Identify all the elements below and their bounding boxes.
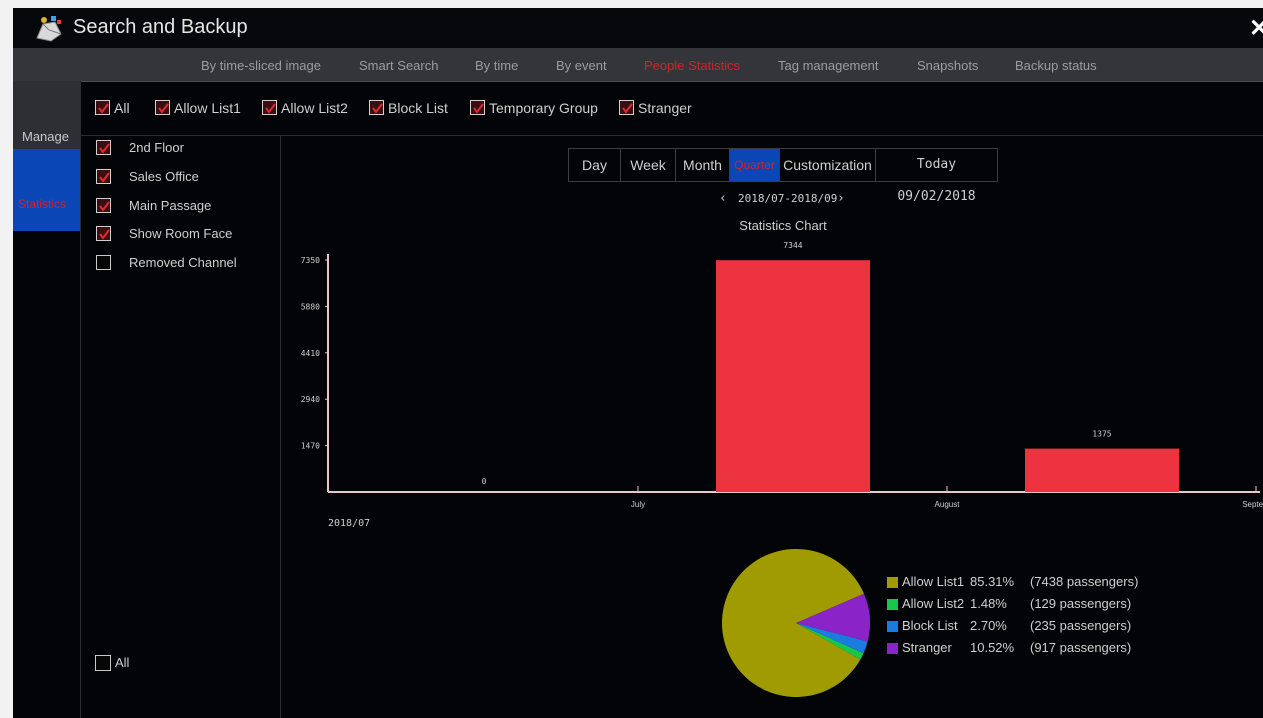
legend-percent: 2.70% [970, 618, 1007, 633]
legend-percent: 85.31% [970, 574, 1015, 589]
filter-stranger-checkbox[interactable] [619, 100, 634, 115]
sidebar-item-statistics[interactable]: Statistics [13, 149, 80, 231]
bar [1025, 448, 1179, 492]
filter-allow-list1-checkbox[interactable] [155, 100, 170, 115]
side-nav: Manage Statistics [13, 81, 80, 718]
period-customization-button[interactable]: Customization [780, 149, 876, 181]
legend-name: Allow List1 [902, 574, 965, 589]
legend-swatch [887, 621, 898, 632]
tab-people-statistics[interactable]: People Statistics [644, 58, 740, 73]
sidebar-item-manage[interactable]: Manage [13, 81, 80, 149]
x-tick-label: August [935, 500, 961, 509]
channel-label: Main Passage [129, 198, 212, 213]
y-tick-label: 2940 [301, 395, 320, 404]
period-month-button[interactable]: Month [676, 149, 730, 181]
legend-swatch [887, 599, 898, 610]
group-filter-bar: All Allow List1 Allow List2 Block List T… [81, 81, 1263, 136]
bar-value-label: 0 [482, 477, 487, 486]
tab-backup-status[interactable]: Backup status [1015, 58, 1097, 73]
bar [716, 260, 870, 492]
legend-name: Allow List2 [902, 596, 965, 611]
window-title: Search and Backup [73, 16, 248, 38]
channel-list: 2nd Floor Sales Office Main Passage Show… [81, 136, 281, 718]
filter-label: Allow List1 [174, 100, 241, 116]
channel-all-checkbox[interactable] [95, 655, 111, 671]
y-tick-label: 4410 [301, 349, 320, 358]
legend-count: (129 passengers) [1030, 596, 1132, 611]
legend-count: (917 passengers) [1030, 640, 1132, 655]
channel-main-passage-checkbox[interactable] [96, 198, 111, 213]
period-selector: Day Week Month Quarter Customization Tod… [568, 148, 998, 204]
app-logo-icon [36, 16, 62, 42]
channel-label: 2nd Floor [129, 140, 184, 155]
legend-count: (7438 passengers) [1030, 574, 1139, 589]
tab-by-time[interactable]: By time [475, 58, 518, 73]
filter-temporary-group-checkbox[interactable] [470, 100, 485, 115]
channel-2nd-floor-checkbox[interactable] [96, 140, 111, 155]
bar-chart: 1470 2940 4410 5880 7350 July August Septem 2018… [301, 241, 1263, 529]
legend-swatch [887, 577, 898, 588]
range-navigator: ‹ 2018/07-2018/09 › [713, 191, 873, 208]
x-start-label: 2018/07 [328, 518, 370, 529]
pie-chart [722, 549, 870, 697]
tab-bar: By time-sliced image Smart Search By tim… [13, 48, 1263, 82]
filter-all-checkbox[interactable] [95, 100, 110, 115]
filter-label: Temporary Group [489, 100, 598, 116]
legend-percent: 10.52% [970, 640, 1015, 655]
tab-snapshots[interactable]: Snapshots [917, 58, 978, 73]
channel-label: Show Room Face [129, 226, 233, 241]
period-quarter-button[interactable]: Quarter [730, 149, 780, 181]
legend-name: Block List [902, 618, 958, 633]
legend-name: Stranger [902, 640, 952, 655]
title-bar: Search and Backup ✕ [13, 8, 1263, 48]
channel-sales-office-checkbox[interactable] [96, 169, 111, 184]
legend-swatch [887, 643, 898, 654]
filter-block-list-checkbox[interactable] [369, 100, 384, 115]
period-week-button[interactable]: Week [621, 149, 676, 181]
channel-removed-channel-checkbox[interactable] [96, 255, 111, 270]
bar-value-label: 1375 [1092, 430, 1111, 439]
chevron-left-icon[interactable]: ‹ [719, 191, 727, 206]
sidebar-item-label: Statistics [18, 197, 67, 211]
y-tick-label: 5880 [301, 302, 320, 311]
bar-value-label: 7344 [783, 241, 802, 250]
chevron-right-icon[interactable]: › [837, 191, 845, 206]
chart-title: Statistics Chart [739, 218, 827, 233]
tab-by-time-sliced-image[interactable]: By time-sliced image [201, 58, 321, 73]
channel-show-room-face-checkbox[interactable] [96, 226, 111, 241]
search-backup-window: Search and Backup ✕ By time-sliced image… [13, 8, 1263, 718]
tab-by-event[interactable]: By event [556, 58, 607, 73]
close-icon[interactable]: ✕ [1249, 14, 1263, 43]
y-tick-label: 1470 [301, 442, 320, 451]
sidebar-item-label: Manage [22, 129, 69, 144]
filter-allow-list2-checkbox[interactable] [262, 100, 277, 115]
channel-all-label: All [115, 655, 130, 670]
tab-smart-search[interactable]: Smart Search [359, 58, 438, 73]
legend-percent: 1.48% [970, 596, 1007, 611]
filter-label: Block List [388, 100, 448, 116]
channel-label: Sales Office [129, 169, 199, 184]
tab-tag-management[interactable]: Tag management [778, 58, 878, 73]
x-tick-label: July [631, 500, 645, 509]
filter-label: All [114, 100, 130, 116]
x-tick-label: Septem [1242, 500, 1263, 509]
y-tick-label: 7350 [301, 256, 320, 265]
period-day-button[interactable]: Day [569, 149, 621, 181]
today-date-button[interactable]: Today 09/02/2018 [876, 149, 997, 204]
range-label: 2018/07-2018/09 [738, 192, 838, 205]
filter-label: Allow List2 [281, 100, 348, 116]
filter-label: Stranger [638, 100, 692, 116]
channel-label: Removed Channel [129, 255, 237, 270]
legend-count: (235 passengers) [1030, 618, 1132, 633]
